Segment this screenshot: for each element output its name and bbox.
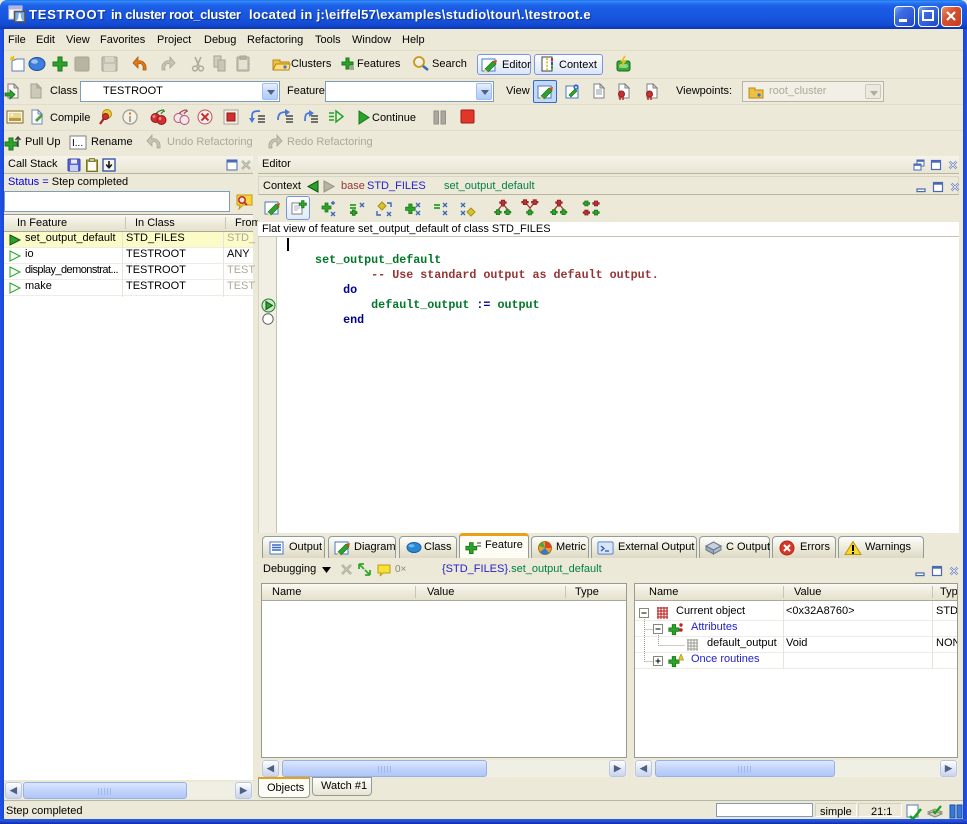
svg-text:I...: I... bbox=[72, 138, 83, 149]
